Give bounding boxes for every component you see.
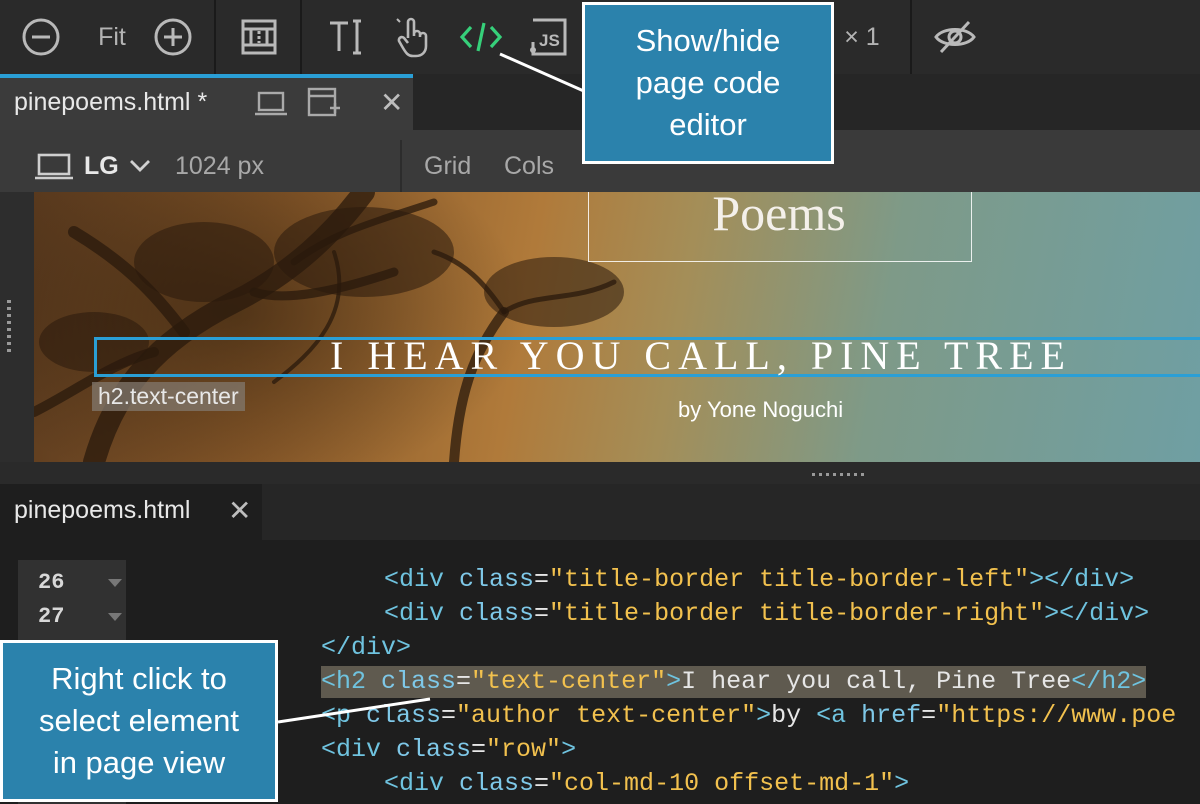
callout-right-click: Right click to select element in page vi… [0, 640, 278, 802]
callout-code-editor: Show/hide page code editor [582, 2, 834, 164]
